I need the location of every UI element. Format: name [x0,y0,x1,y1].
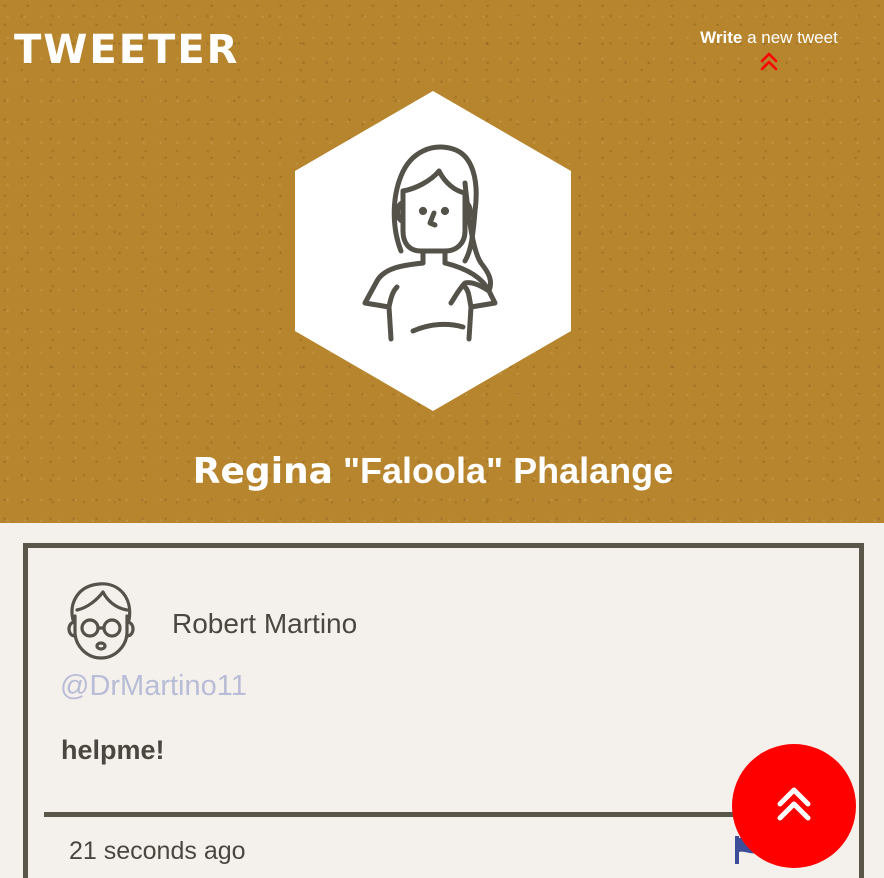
man-with-glasses-avatar-icon [67,582,135,660]
write-link-bold: Write [700,28,743,47]
tweet-author-handle[interactable]: @DrMartino11 [60,669,247,703]
tweet-timestamp: 21 seconds ago [69,837,246,865]
tweet-divider [44,812,814,817]
profile-avatar [295,91,571,411]
double-chevron-up-icon [777,787,811,821]
page: TWEETER Write a new tweet Regina "Falool… [0,0,884,878]
brand-logo[interactable]: TWEETER [14,28,239,72]
profile-first-name: Regina [192,451,333,492]
tweet-author-name[interactable]: Robert Martino [172,608,357,640]
tweet-text: helpme! [61,735,165,765]
profile-name-rest: "Faloola" Phalange [332,450,674,491]
double-chevron-up-icon[interactable] [758,50,780,72]
profile-header: TWEETER Write a new tweet Regina "Falool… [0,0,884,523]
profile-name: Regina "Faloola" Phalange [0,450,866,493]
scroll-to-top-button[interactable] [732,744,856,868]
write-link-rest: a new tweet [742,28,838,47]
write-new-tweet-link[interactable]: Write a new tweet [693,28,845,72]
